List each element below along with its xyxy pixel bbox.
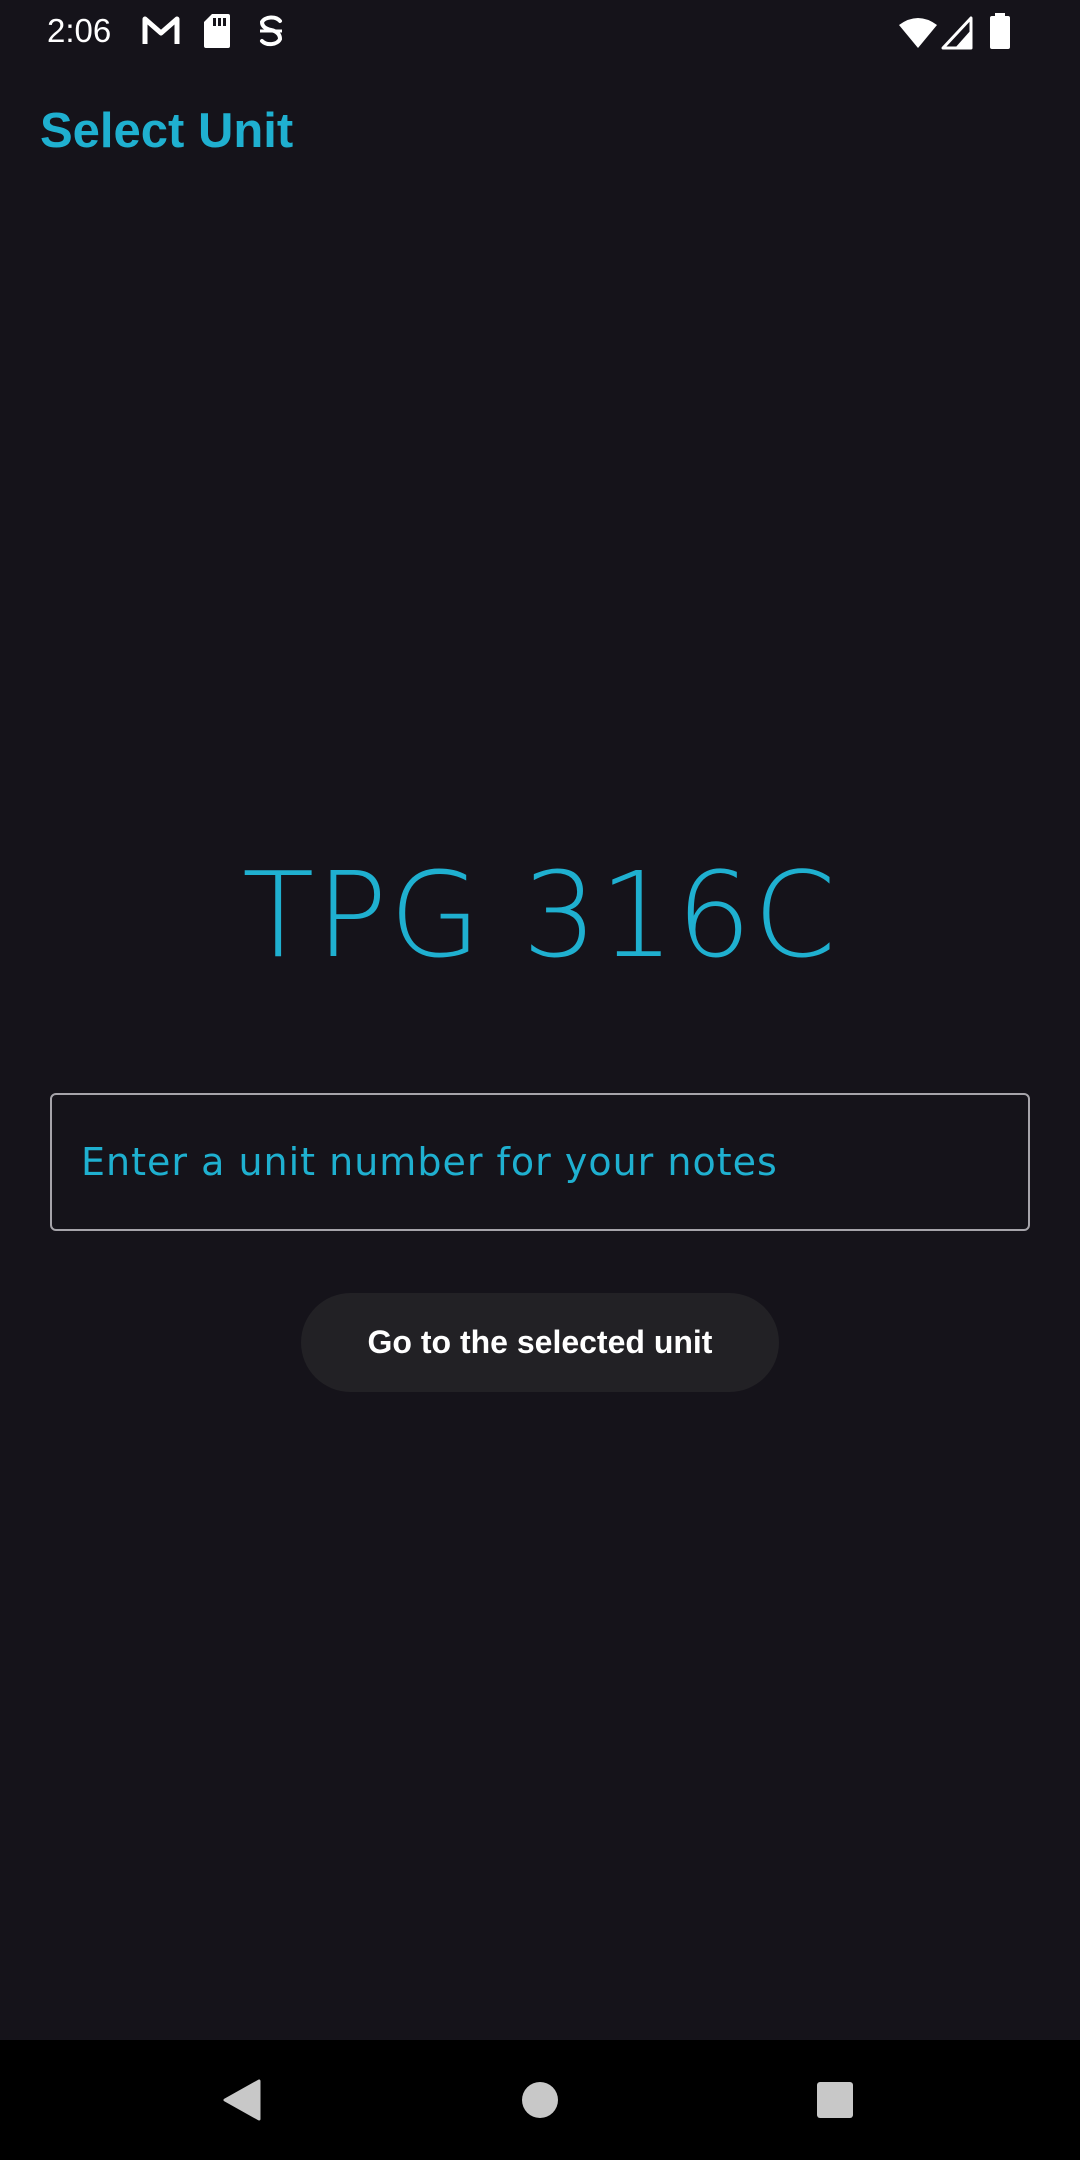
nav-recents-button[interactable] <box>775 2040 895 2160</box>
recents-icon <box>817 2082 853 2118</box>
nav-back-button[interactable] <box>182 2040 302 2160</box>
wifi-icon <box>899 18 937 48</box>
sync-app-icon <box>259 15 283 47</box>
system-navigation-bar <box>0 2040 1080 2160</box>
go-to-selected-unit-button[interactable]: Go to the selected unit <box>301 1293 779 1392</box>
cell-signal-icon <box>941 16 973 50</box>
sd-card-icon <box>204 14 230 48</box>
gmail-icon <box>142 16 180 44</box>
home-icon <box>522 2082 558 2118</box>
status-bar: 2:06 <box>0 0 1080 62</box>
selected-unit-display: TPG 316C <box>242 846 838 984</box>
battery-icon <box>990 13 1010 49</box>
page-title: Select Unit <box>40 104 294 158</box>
back-icon <box>223 2079 261 2121</box>
unit-number-input[interactable] <box>50 1093 1030 1231</box>
nav-home-button[interactable] <box>480 2040 600 2160</box>
status-time: 2:06 <box>47 12 112 49</box>
select-unit-screen: 2:06 Select Unit TPG 316C Enter a unit n… <box>0 0 1080 2160</box>
